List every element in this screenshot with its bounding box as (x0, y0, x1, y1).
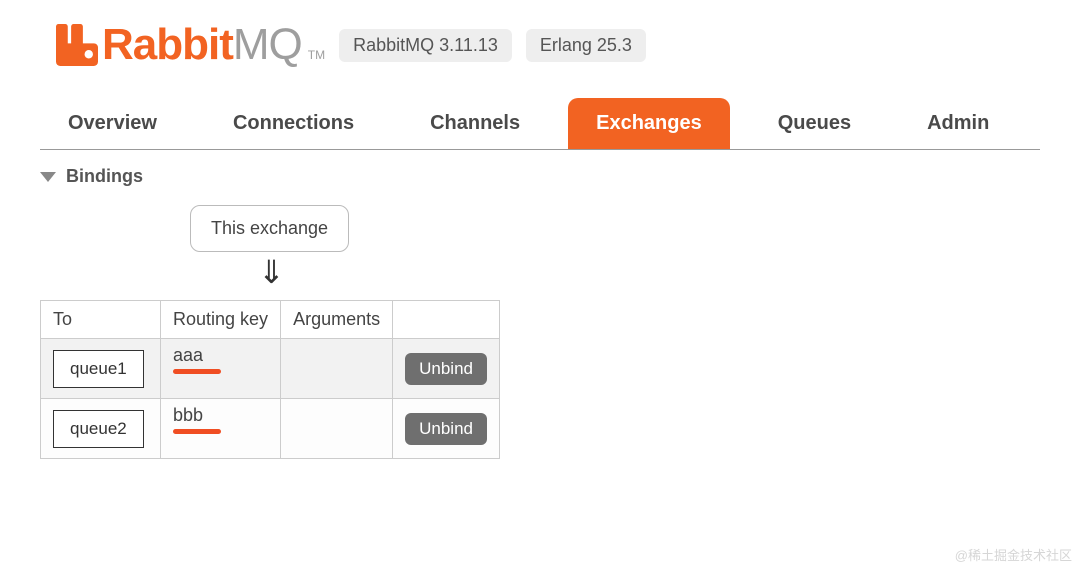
rabbitmq-logo-icon (56, 24, 98, 66)
col-header-routing-key: Routing key (161, 301, 281, 339)
logo-trademark: TM (308, 48, 325, 62)
table-row: queue1 aaa Unbind (41, 339, 500, 399)
bindings-table: To Routing key Arguments queue1 aaa Unbi… (40, 300, 500, 459)
arguments-value (281, 399, 393, 459)
tab-exchanges[interactable]: Exchanges (568, 98, 730, 149)
logo-text-rabbit: Rabbit (102, 20, 233, 70)
table-row: queue2 bbb Unbind (41, 399, 500, 459)
unbind-button[interactable]: Unbind (405, 413, 487, 445)
arrow-down-icon: ⇓ (258, 252, 1040, 300)
tab-overview[interactable]: Overview (40, 98, 185, 149)
version-badge-rabbitmq: RabbitMQ 3.11.13 (339, 29, 512, 62)
this-exchange-box: This exchange (190, 205, 349, 252)
section-title: Bindings (66, 166, 143, 187)
queue-link[interactable]: queue2 (53, 410, 144, 448)
watermark-text: @稀土掘金技术社区 (955, 545, 1072, 564)
routing-key-value: aaa (173, 345, 203, 366)
highlight-underline-icon (173, 429, 221, 434)
tab-queues[interactable]: Queues (750, 98, 879, 149)
bindings-section: Bindings This exchange ⇓ To Routing key … (0, 150, 1080, 475)
logo: RabbitMQ TM (56, 20, 325, 70)
version-badge-erlang: Erlang 25.3 (526, 29, 646, 62)
col-header-to: To (41, 301, 161, 339)
tab-connections[interactable]: Connections (205, 98, 382, 149)
tab-channels[interactable]: Channels (402, 98, 548, 149)
unbind-button[interactable]: Unbind (405, 353, 487, 385)
main-tabs: Overview Connections Channels Exchanges … (40, 98, 1040, 150)
tab-admin[interactable]: Admin (899, 98, 1017, 149)
col-header-actions (393, 301, 500, 339)
arguments-value (281, 339, 393, 399)
caret-down-icon (40, 172, 56, 182)
header: RabbitMQ TM RabbitMQ 3.11.13 Erlang 25.3 (0, 0, 1080, 80)
routing-key-value: bbb (173, 405, 203, 426)
col-header-arguments: Arguments (281, 301, 393, 339)
queue-link[interactable]: queue1 (53, 350, 144, 388)
logo-text-mq: MQ (233, 20, 302, 70)
highlight-underline-icon (173, 369, 221, 374)
section-toggle-bindings[interactable]: Bindings (40, 166, 1040, 187)
